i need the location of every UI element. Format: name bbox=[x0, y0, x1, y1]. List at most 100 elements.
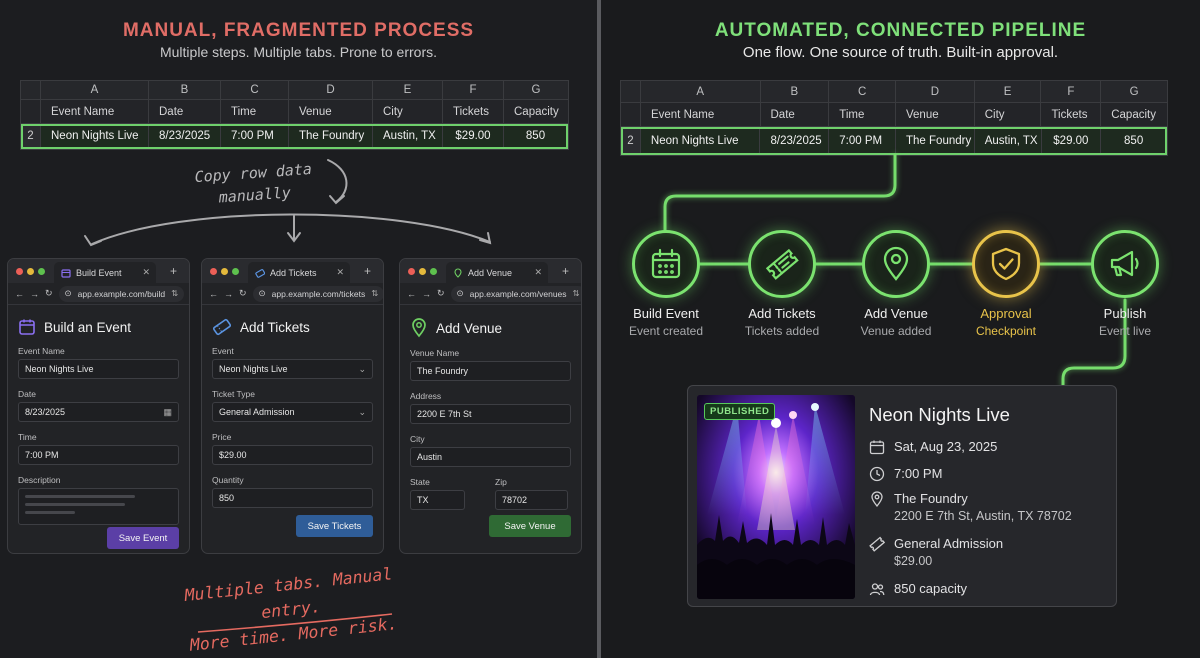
window-titlebar: Add Venue ✕ + bbox=[400, 259, 581, 283]
price-input[interactable]: $29.00 bbox=[212, 445, 373, 465]
input-value: 8/23/2025 bbox=[25, 407, 66, 417]
description-textarea[interactable] bbox=[18, 488, 179, 525]
quantity-input[interactable]: 850 bbox=[212, 488, 373, 508]
input-value: 7:00 PM bbox=[25, 450, 59, 460]
close-tab-icon[interactable]: ✕ bbox=[534, 267, 542, 278]
minimize-dot[interactable] bbox=[419, 267, 426, 275]
new-tab-icon[interactable]: + bbox=[170, 264, 177, 278]
ticket-type-select[interactable]: General Admission ⌄ bbox=[212, 402, 373, 422]
field-label: Venue Name bbox=[410, 348, 460, 358]
pipeline-step-status: Checkpoint bbox=[975, 324, 1037, 338]
event-date: Sat, Aug 23, 2025 bbox=[894, 439, 998, 454]
location-pin-icon bbox=[871, 491, 883, 507]
settings-icon[interactable]: ⇅ bbox=[371, 288, 378, 299]
field-label: Date bbox=[18, 389, 36, 399]
form-title: Add Venue bbox=[410, 318, 571, 338]
ticket-icon bbox=[212, 318, 232, 336]
new-tab-icon[interactable]: + bbox=[364, 264, 371, 278]
address-bar[interactable]: ⊙ app.example.com/build ⇅ bbox=[58, 285, 185, 302]
input-value: 78702 bbox=[502, 495, 528, 505]
window-controls[interactable] bbox=[408, 267, 437, 275]
event-name-input[interactable]: Neon Nights Live bbox=[18, 359, 179, 379]
forward-icon[interactable]: → bbox=[224, 289, 233, 299]
ticket-type: General Admission bbox=[894, 536, 1004, 551]
save-tickets-button[interactable]: Save Tickets bbox=[296, 515, 373, 537]
pipeline-node-approval[interactable] bbox=[972, 230, 1040, 298]
reload-icon[interactable]: ↻ bbox=[45, 288, 53, 299]
venue-address: 2200 E 7th St, Austin, TX 78702 bbox=[894, 509, 1072, 523]
ticket-icon bbox=[869, 536, 885, 552]
chevron-down-icon: ⌄ bbox=[358, 363, 366, 374]
browser-tab[interactable]: Build Event ✕ bbox=[54, 262, 156, 283]
chevron-down-icon: ⌄ bbox=[358, 406, 366, 417]
venue-name-input[interactable]: The Foundry bbox=[410, 361, 571, 381]
forward-icon[interactable]: → bbox=[30, 289, 39, 299]
pipeline-node-build-event[interactable] bbox=[632, 230, 700, 298]
close-tab-icon[interactable]: ✕ bbox=[336, 267, 344, 278]
field-label: Event bbox=[212, 346, 234, 356]
forward-icon[interactable]: → bbox=[422, 289, 431, 299]
event-capacity-row: 850 capacity bbox=[869, 581, 967, 597]
browser-tab[interactable]: Add Venue ✕ bbox=[446, 262, 548, 283]
window-controls[interactable] bbox=[210, 267, 239, 275]
new-tab-icon[interactable]: + bbox=[562, 264, 569, 278]
field-label: Price bbox=[212, 432, 232, 442]
people-icon bbox=[869, 583, 885, 596]
back-icon[interactable]: ← bbox=[209, 289, 218, 299]
back-icon[interactable]: ← bbox=[15, 289, 24, 299]
clock-icon bbox=[869, 466, 885, 482]
save-event-button[interactable]: Save Event bbox=[107, 527, 179, 549]
navigation-bar: ← → ↻ ⊙ app.example.com/tickets ⇅ bbox=[202, 283, 383, 305]
pipeline-node-publish[interactable] bbox=[1091, 230, 1159, 298]
state-input[interactable]: TX bbox=[410, 490, 465, 510]
tab-label: Add Tickets bbox=[270, 267, 317, 278]
minimize-dot[interactable] bbox=[27, 267, 34, 275]
maximize-dot[interactable] bbox=[430, 267, 437, 275]
window-controls[interactable] bbox=[16, 267, 45, 275]
calendar-icon[interactable]: ▦ bbox=[163, 407, 172, 418]
pipeline-node-add-venue[interactable] bbox=[862, 230, 930, 298]
close-dot[interactable] bbox=[16, 267, 23, 275]
concert-crowd-image bbox=[697, 395, 855, 599]
form-title-text: Add Venue bbox=[436, 320, 503, 336]
lock-icon: ⊙ bbox=[64, 288, 72, 298]
field-label: Address bbox=[410, 391, 442, 401]
address-bar[interactable]: ⊙ app.example.com/tickets ⇅ bbox=[252, 285, 383, 302]
field-label: Event Name bbox=[18, 346, 65, 356]
back-icon[interactable]: ← bbox=[407, 289, 416, 299]
ticket-icon bbox=[255, 268, 265, 278]
close-dot[interactable] bbox=[210, 267, 217, 275]
maximize-dot[interactable] bbox=[232, 267, 239, 275]
megaphone-icon bbox=[1110, 250, 1139, 277]
published-event-card[interactable]: PUBLISHED Neon Nights Live Sat, Aug 23, … bbox=[687, 385, 1117, 607]
shield-check-icon bbox=[991, 247, 1021, 281]
date-input[interactable]: 8/23/2025 ▦ bbox=[18, 402, 179, 422]
lock-icon: ⊙ bbox=[456, 288, 464, 298]
pipeline-node-add-tickets[interactable] bbox=[748, 230, 816, 298]
time-input[interactable]: 7:00 PM bbox=[18, 445, 179, 465]
settings-icon[interactable]: ⇅ bbox=[573, 288, 580, 299]
maximize-dot[interactable] bbox=[38, 267, 45, 275]
close-dot[interactable] bbox=[408, 267, 415, 275]
tab-label: Add Venue bbox=[468, 267, 513, 278]
settings-icon[interactable]: ⇅ bbox=[171, 288, 178, 299]
field-label: State bbox=[410, 477, 430, 487]
event-select[interactable]: Neon Nights Live ⌄ bbox=[212, 359, 373, 379]
browser-tab[interactable]: Add Tickets ✕ bbox=[248, 262, 350, 283]
city-input[interactable]: Austin bbox=[410, 447, 571, 467]
navigation-bar: ← → ↻ ⊙ app.example.com/venues ⇅ bbox=[400, 283, 581, 305]
minimize-dot[interactable] bbox=[221, 267, 228, 275]
field-label: Description bbox=[18, 475, 61, 485]
address-bar[interactable]: ⊙ app.example.com/venues ⇅ bbox=[450, 285, 581, 302]
zip-input[interactable]: 78702 bbox=[495, 490, 568, 510]
input-value: TX bbox=[417, 495, 429, 505]
reload-icon[interactable]: ↻ bbox=[437, 288, 445, 299]
save-venue-button[interactable]: Save Venue bbox=[489, 515, 571, 537]
address-input[interactable]: 2200 E 7th St bbox=[410, 404, 571, 424]
url-text: app.example.com/tickets bbox=[271, 288, 366, 299]
close-tab-icon[interactable]: ✕ bbox=[142, 267, 150, 278]
pipeline-step-label: Publish bbox=[1103, 306, 1147, 321]
reload-icon[interactable]: ↻ bbox=[239, 288, 247, 299]
build-event-window: Build Event ✕ + ← → ↻ ⊙ app.example.com/… bbox=[7, 258, 190, 554]
pipeline-step-status: Tickets added bbox=[744, 324, 820, 338]
